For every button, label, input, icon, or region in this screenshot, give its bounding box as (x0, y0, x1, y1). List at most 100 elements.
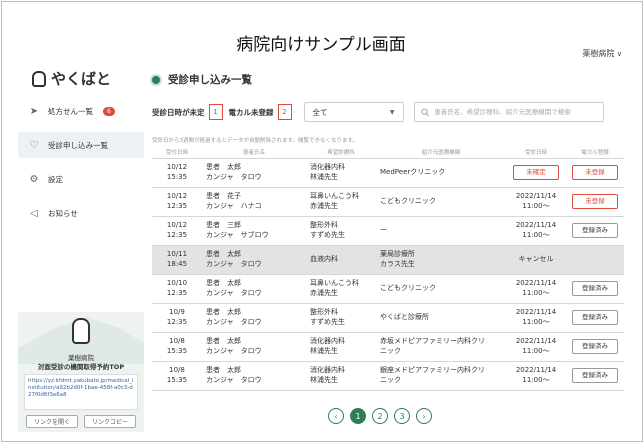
visit-cell: 2022/11/14 11:00～ (506, 331, 566, 361)
next-page-button[interactable]: › (416, 408, 432, 424)
registration-button[interactable]: 登録済み (572, 223, 618, 238)
sidebar-item-prescriptions[interactable]: ➤ 処方せん一覧 6 (18, 98, 144, 124)
mascot-illustration (72, 318, 90, 344)
page-1-button[interactable]: 1 (350, 408, 366, 424)
registration-button[interactable]: 未登録 (572, 194, 618, 209)
col-patient: 患者氏名 (242, 150, 265, 157)
patient-name: 患者 太郎 (206, 279, 241, 288)
table-row[interactable]: 10/12 15:35 患者 太郎 カンジャ タロウ 消化器内科 林浦先生 MedPeerク… (152, 157, 624, 187)
patient-name: 患者 太郎 (206, 163, 241, 172)
received-cell: 10/12 12:35 (152, 215, 202, 245)
sidebar-item-consultations[interactable]: ♡ 受診申し込み一覧 (18, 132, 144, 158)
account-menu[interactable]: 薬樹病院 ∨ (582, 48, 622, 59)
visit-cell: 2022/11/14 11:00～ (506, 302, 566, 332)
patient-kana: カンジャ タロウ (206, 375, 262, 384)
doctor: すずめ先生 (310, 230, 345, 239)
department-cell: 耳鼻いんこう科 赤浦先生 (306, 273, 376, 303)
table-header: 受付日時 患者氏名 希望診療科 紹介元医療機関 受診日時 電カル登録 (152, 147, 624, 158)
department-cell: 消化器内科 林浦先生 (306, 331, 376, 361)
received-date: 10/8 (169, 366, 185, 375)
visit-time: 11:00～ (522, 346, 550, 355)
patient-kana: カンジャ タロウ (206, 259, 262, 268)
table-row[interactable]: 10/12 12:35 患者 三郎 カンジャ サブロウ 整形外科 すずめ先生ー 2022/1… (152, 215, 624, 245)
visit-date: キャンセル (518, 254, 554, 263)
registration-cell: 登録済み (566, 331, 624, 361)
table-row[interactable]: 10/11 18:45 患者 太郎 カンジャ タロウ 血液内科 薬局診療所 カラス先生 キャン… (152, 244, 624, 274)
referrer: こどもクリニック (380, 196, 436, 205)
table-row[interactable]: 10/12 12:35 患者 花子 カンジャ ハナコ 耳鼻いんこう科 赤浦先生 こどもクリニ… (152, 186, 624, 216)
table-row[interactable]: 10/8 15:35 患者 太郎 カンジャ タロウ 消化器内科 林浦先生 銀座メドピアファミ… (152, 360, 624, 391)
received-date: 10/12 (166, 221, 188, 230)
pagination: ‹ 1 2 3 › (328, 408, 432, 424)
received-time: 15:35 (166, 346, 188, 355)
filter-unregistered-count[interactable]: 2 (277, 104, 292, 120)
prev-page-button[interactable]: ‹ (328, 408, 344, 424)
received-time: 12:35 (166, 201, 188, 210)
referrer: 銀座メドピアファミリー内科クリ (380, 366, 485, 375)
received-time: 15:35 (166, 375, 188, 384)
department-cell: 消化器内科 林浦先生 (306, 157, 376, 187)
visit-time: 11:00～ (522, 201, 550, 210)
referrer: こどもクリニック (380, 283, 436, 292)
registration-button[interactable]: 登録済み (572, 310, 618, 325)
visit-date: 2022/11/14 (515, 279, 557, 288)
visit-unset-button[interactable]: 未確定 (513, 165, 559, 180)
chevron-down-icon: ∨ (616, 50, 622, 58)
filter-unregistered-label[interactable]: 電カル未登録 (229, 107, 274, 118)
visit-time: 11:00～ (522, 288, 550, 297)
received-cell: 10/9 12:35 (152, 302, 202, 332)
visit-time: 11:00～ (522, 230, 550, 239)
sidebar-item-label: 設定 (48, 174, 63, 184)
visit-cell: 2022/11/14 11:00～ (506, 215, 566, 245)
registration-button[interactable]: 未登録 (572, 165, 618, 180)
department: 消化器内科 (310, 366, 345, 375)
page-3-button[interactable]: 3 (394, 408, 410, 424)
received-cell: 10/12 15:35 (152, 157, 202, 187)
open-link-button[interactable]: リンクを開く (26, 415, 78, 428)
booking-title: 対面受診の機関取得予約TOP (37, 363, 125, 371)
search-input[interactable] (434, 108, 597, 116)
registration-button[interactable]: 登録済み (572, 368, 618, 383)
department: 耳鼻いんこう科 (310, 192, 359, 201)
page-2-button[interactable]: 2 (372, 408, 388, 424)
referrer-cell: 薬局診療所 カラス先生 (376, 244, 506, 274)
visit-cell: 2022/11/14 11:00～ (506, 186, 566, 216)
send-icon: ➤ (29, 105, 39, 117)
page-title-text: 受診申し込み一覧 (168, 74, 252, 86)
registration-button[interactable]: 登録済み (572, 339, 618, 354)
patient-kana: カンジャ タロウ (206, 172, 262, 181)
visit-date: 2022/11/14 (515, 221, 557, 230)
copy-link-button[interactable]: リンクコピー (84, 415, 136, 428)
registration-cell (566, 244, 624, 274)
retention-note: 受診日から3週間が経過するとデータが自動削除されます。閲覧できなくなります。 (152, 138, 358, 144)
booking-url[interactable]: https://yz.kfdmt.yakubato.jp/medical_ins… (24, 374, 138, 410)
table-row[interactable]: 10/8 15:35 患者 太郎 カンジャ タロウ 消化器内科 林浦先生 赤坂メドピアファミ… (152, 331, 624, 361)
app-logo[interactable]: やくばと (32, 68, 111, 89)
col-department: 希望診療科 (327, 150, 355, 157)
filter-unset-count[interactable]: 1 (208, 104, 223, 120)
patient-cell: 患者 太郎 カンジャ タロウ (202, 273, 306, 303)
patient-name: 患者 太郎 (206, 337, 241, 346)
referrer-cell: こどもクリニック (376, 186, 506, 216)
registration-button[interactable]: 登録済み (572, 281, 618, 296)
received-date: 10/10 (166, 279, 188, 288)
patient-kana: カンジャ タロウ (206, 317, 262, 326)
filter-unset-label[interactable]: 受診日時が未定 (152, 107, 205, 118)
table-row[interactable]: 10/9 12:35 患者 太郎 カンジャ タロウ 整形外科 すずめ先生 やくばと診療所 20… (152, 302, 624, 332)
sidebar-item-settings[interactable]: ⚙ 設定 (18, 166, 144, 192)
doctor: 林浦先生 (310, 375, 338, 384)
search-box[interactable] (413, 102, 604, 122)
page-title: 受診申し込み一覧 (152, 72, 252, 87)
status-select[interactable]: 全て ▼ (303, 102, 404, 122)
received-date: 10/11 (166, 250, 188, 259)
sidebar-item-notices[interactable]: ◁ お知らせ (18, 200, 144, 226)
received-cell: 10/10 12:35 (152, 273, 202, 303)
referrer-line2: カラス先生 (380, 259, 415, 268)
patient-name: 患者 花子 (206, 192, 241, 201)
sidebar: やくばと ➤ 処方せん一覧 6 ♡ 受診申し込み一覧 ⚙ 設定 ◁ お知らせ 薬… (18, 60, 144, 432)
patient-cell: 患者 太郎 カンジャ タロウ (202, 157, 306, 187)
col-visit: 受診日時 (524, 150, 547, 157)
referrer-line2: ニック (380, 375, 401, 384)
table-row[interactable]: 10/10 12:35 患者 太郎 カンジャ タロウ 耳鼻いんこう科 赤浦先生 こどもクリニ… (152, 273, 624, 303)
department: 整形外科 (310, 221, 338, 230)
